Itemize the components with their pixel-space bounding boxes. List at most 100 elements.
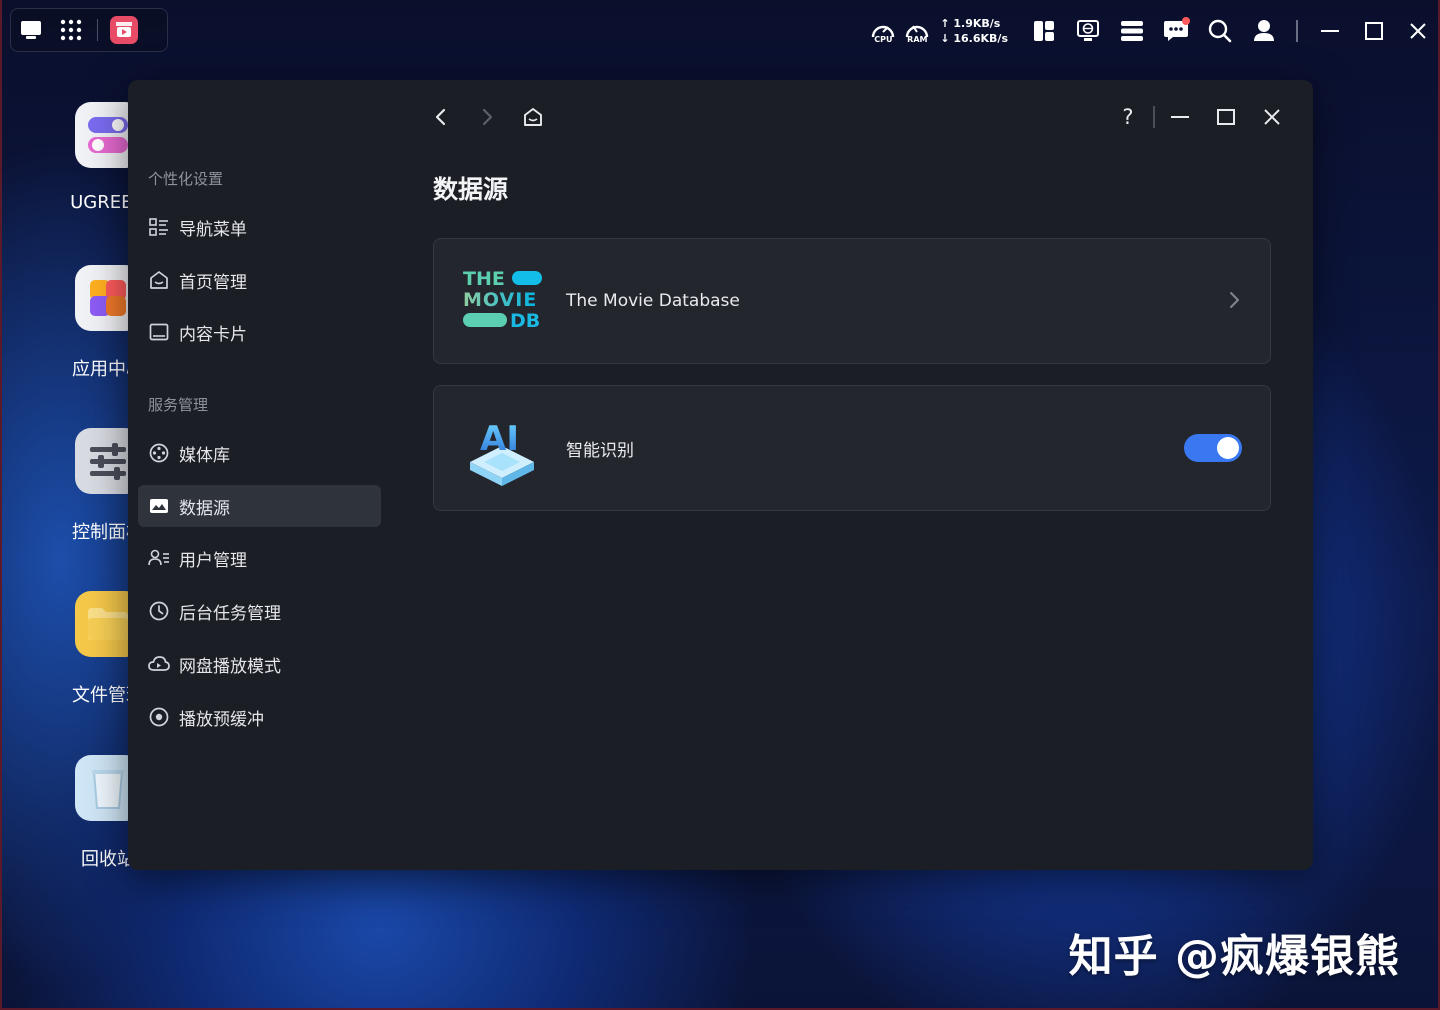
desktop-maximize-button[interactable] xyxy=(1352,11,1396,51)
clock-icon xyxy=(148,600,170,622)
settings-sidebar: 个性化设置 导航菜单 首页管理 内容卡片 服务管理 媒体库 数据源 用户管理 后… xyxy=(128,80,390,870)
controls-divider xyxy=(1153,106,1155,128)
toggle-knob xyxy=(1217,437,1239,459)
sidebar-item-media-library[interactable]: 媒体库 xyxy=(138,432,381,474)
home-icon xyxy=(524,108,542,126)
back-button[interactable] xyxy=(418,100,464,134)
minimize-icon xyxy=(1171,116,1189,118)
sidebar-item-label: 内容卡片 xyxy=(179,324,247,345)
data-source-card-ai: AI 智能识别 xyxy=(433,385,1271,511)
video-app-icon xyxy=(110,16,138,44)
section-title-personalization: 个性化设置 xyxy=(148,170,224,188)
tmdb-logo: THE MOVIE DB xyxy=(462,265,544,337)
window-controls: ? xyxy=(1105,100,1295,134)
user-button[interactable] xyxy=(1242,11,1286,51)
home-icon xyxy=(148,269,170,291)
chevron-right-icon xyxy=(1230,292,1239,308)
desktop-minimize-button[interactable] xyxy=(1308,11,1352,51)
sidebar-item-cloud-playback[interactable]: 网盘播放模式 xyxy=(138,643,381,685)
sidebar-item-content-cards[interactable]: 内容卡片 xyxy=(138,311,381,353)
window-maximize-button[interactable] xyxy=(1203,100,1249,134)
help-label: ? xyxy=(1122,105,1134,129)
section-title-service-management: 服务管理 xyxy=(148,396,209,414)
launcher-divider xyxy=(97,19,98,41)
help-button[interactable]: ? xyxy=(1105,100,1151,134)
film-reel-icon xyxy=(148,442,170,464)
sidebar-item-user-management[interactable]: 用户管理 xyxy=(138,537,381,579)
smart-recognition-toggle[interactable] xyxy=(1184,434,1242,462)
maximize-icon xyxy=(1217,109,1235,125)
image-source-icon xyxy=(148,495,170,517)
sidebar-item-label: 媒体库 xyxy=(179,445,230,466)
widgets-button[interactable] xyxy=(1022,11,1066,51)
app-grid-button[interactable] xyxy=(51,10,91,50)
close-icon xyxy=(1410,23,1426,39)
window-close-button[interactable] xyxy=(1249,100,1295,134)
sidebar-item-label: 网盘播放模式 xyxy=(179,656,281,677)
ai-logo-text: AI xyxy=(480,419,519,459)
zhihu-watermark: 知乎 @疯爆银熊 xyxy=(1068,931,1400,982)
chevron-right-icon xyxy=(482,108,493,126)
desktop-icon xyxy=(21,21,41,39)
tray-divider xyxy=(1296,20,1298,42)
layout-icon xyxy=(1034,21,1054,41)
ram-label: RAM xyxy=(907,34,928,44)
network-speed: ↑ 1.9KB/s ↓ 16.6KB/s xyxy=(940,16,1008,46)
remote-access-button[interactable] xyxy=(1066,11,1110,51)
sidebar-item-label: 数据源 xyxy=(179,498,230,519)
sidebar-item-nav-menu[interactable]: 导航菜单 xyxy=(138,206,381,248)
list-icon xyxy=(148,216,170,238)
ai-logo: AI xyxy=(462,412,544,486)
system-tray: CPU RAM ↑ 1.9KB/s ↓ 16.6KB/s xyxy=(866,10,1440,52)
settings-content: ? 数据源 THE MOVIE DB The Movie Database AI… xyxy=(390,80,1313,870)
sidebar-item-home-management[interactable]: 首页管理 xyxy=(138,259,381,301)
users-icon xyxy=(148,547,170,569)
desktop-close-button[interactable] xyxy=(1396,11,1440,51)
sidebar-item-data-source[interactable]: 数据源 xyxy=(138,485,381,527)
sidebar-item-playback-prebuffer[interactable]: 播放预缓冲 xyxy=(138,696,381,738)
storage-button[interactable] xyxy=(1110,11,1154,51)
sidebar-item-label: 导航菜单 xyxy=(179,219,247,240)
sidebar-item-label: 后台任务管理 xyxy=(179,603,281,624)
data-source-card-tmdb[interactable]: THE MOVIE DB The Movie Database xyxy=(433,238,1271,364)
minimize-icon xyxy=(1321,30,1339,32)
upload-speed: ↑ 1.9KB/s xyxy=(940,17,1001,30)
home-button[interactable] xyxy=(510,100,556,134)
window-minimize-button[interactable] xyxy=(1157,100,1203,134)
data-source-name: The Movie Database xyxy=(566,291,740,311)
monitor-globe-icon xyxy=(1077,20,1099,41)
tmdb-logo-db: DB xyxy=(510,310,540,332)
top-taskbar: CPU RAM ↑ 1.9KB/s ↓ 16.6KB/s xyxy=(0,0,1440,60)
show-desktop-button[interactable] xyxy=(11,10,51,50)
messages-button[interactable] xyxy=(1154,11,1198,51)
close-icon xyxy=(1264,109,1280,125)
sidebar-item-label: 用户管理 xyxy=(179,550,247,571)
sidebar-item-label: 首页管理 xyxy=(179,272,247,293)
ram-meter[interactable]: RAM xyxy=(900,19,934,44)
forward-button[interactable] xyxy=(464,100,510,134)
cpu-meter[interactable]: CPU xyxy=(866,19,900,44)
navigation-toolbar xyxy=(418,100,556,134)
cpu-label: CPU xyxy=(874,34,893,44)
maximize-icon xyxy=(1365,22,1383,40)
server-icon xyxy=(1121,21,1143,41)
tmdb-logo-movie: MOVIE xyxy=(463,289,537,311)
user-icon xyxy=(1254,20,1274,41)
notification-badge xyxy=(1182,17,1190,25)
card-icon xyxy=(148,321,170,343)
data-source-name: 智能识别 xyxy=(566,440,634,461)
sidebar-item-background-tasks[interactable]: 后台任务管理 xyxy=(138,590,381,632)
sidebar-item-label: 播放预缓冲 xyxy=(179,709,264,730)
record-icon xyxy=(148,706,170,728)
launcher-bar xyxy=(10,8,168,52)
grid-icon xyxy=(60,19,82,41)
video-app-button[interactable] xyxy=(104,10,144,50)
chevron-left-icon xyxy=(435,108,446,126)
search-icon xyxy=(1208,19,1232,43)
tmdb-logo-the: THE xyxy=(463,268,505,290)
settings-window: 个性化设置 导航菜单 首页管理 内容卡片 服务管理 媒体库 数据源 用户管理 后… xyxy=(128,80,1313,870)
page-title: 数据源 xyxy=(433,175,509,204)
search-button[interactable] xyxy=(1198,11,1242,51)
cloud-icon xyxy=(148,653,170,675)
download-speed: ↓ 16.6KB/s xyxy=(940,32,1008,45)
